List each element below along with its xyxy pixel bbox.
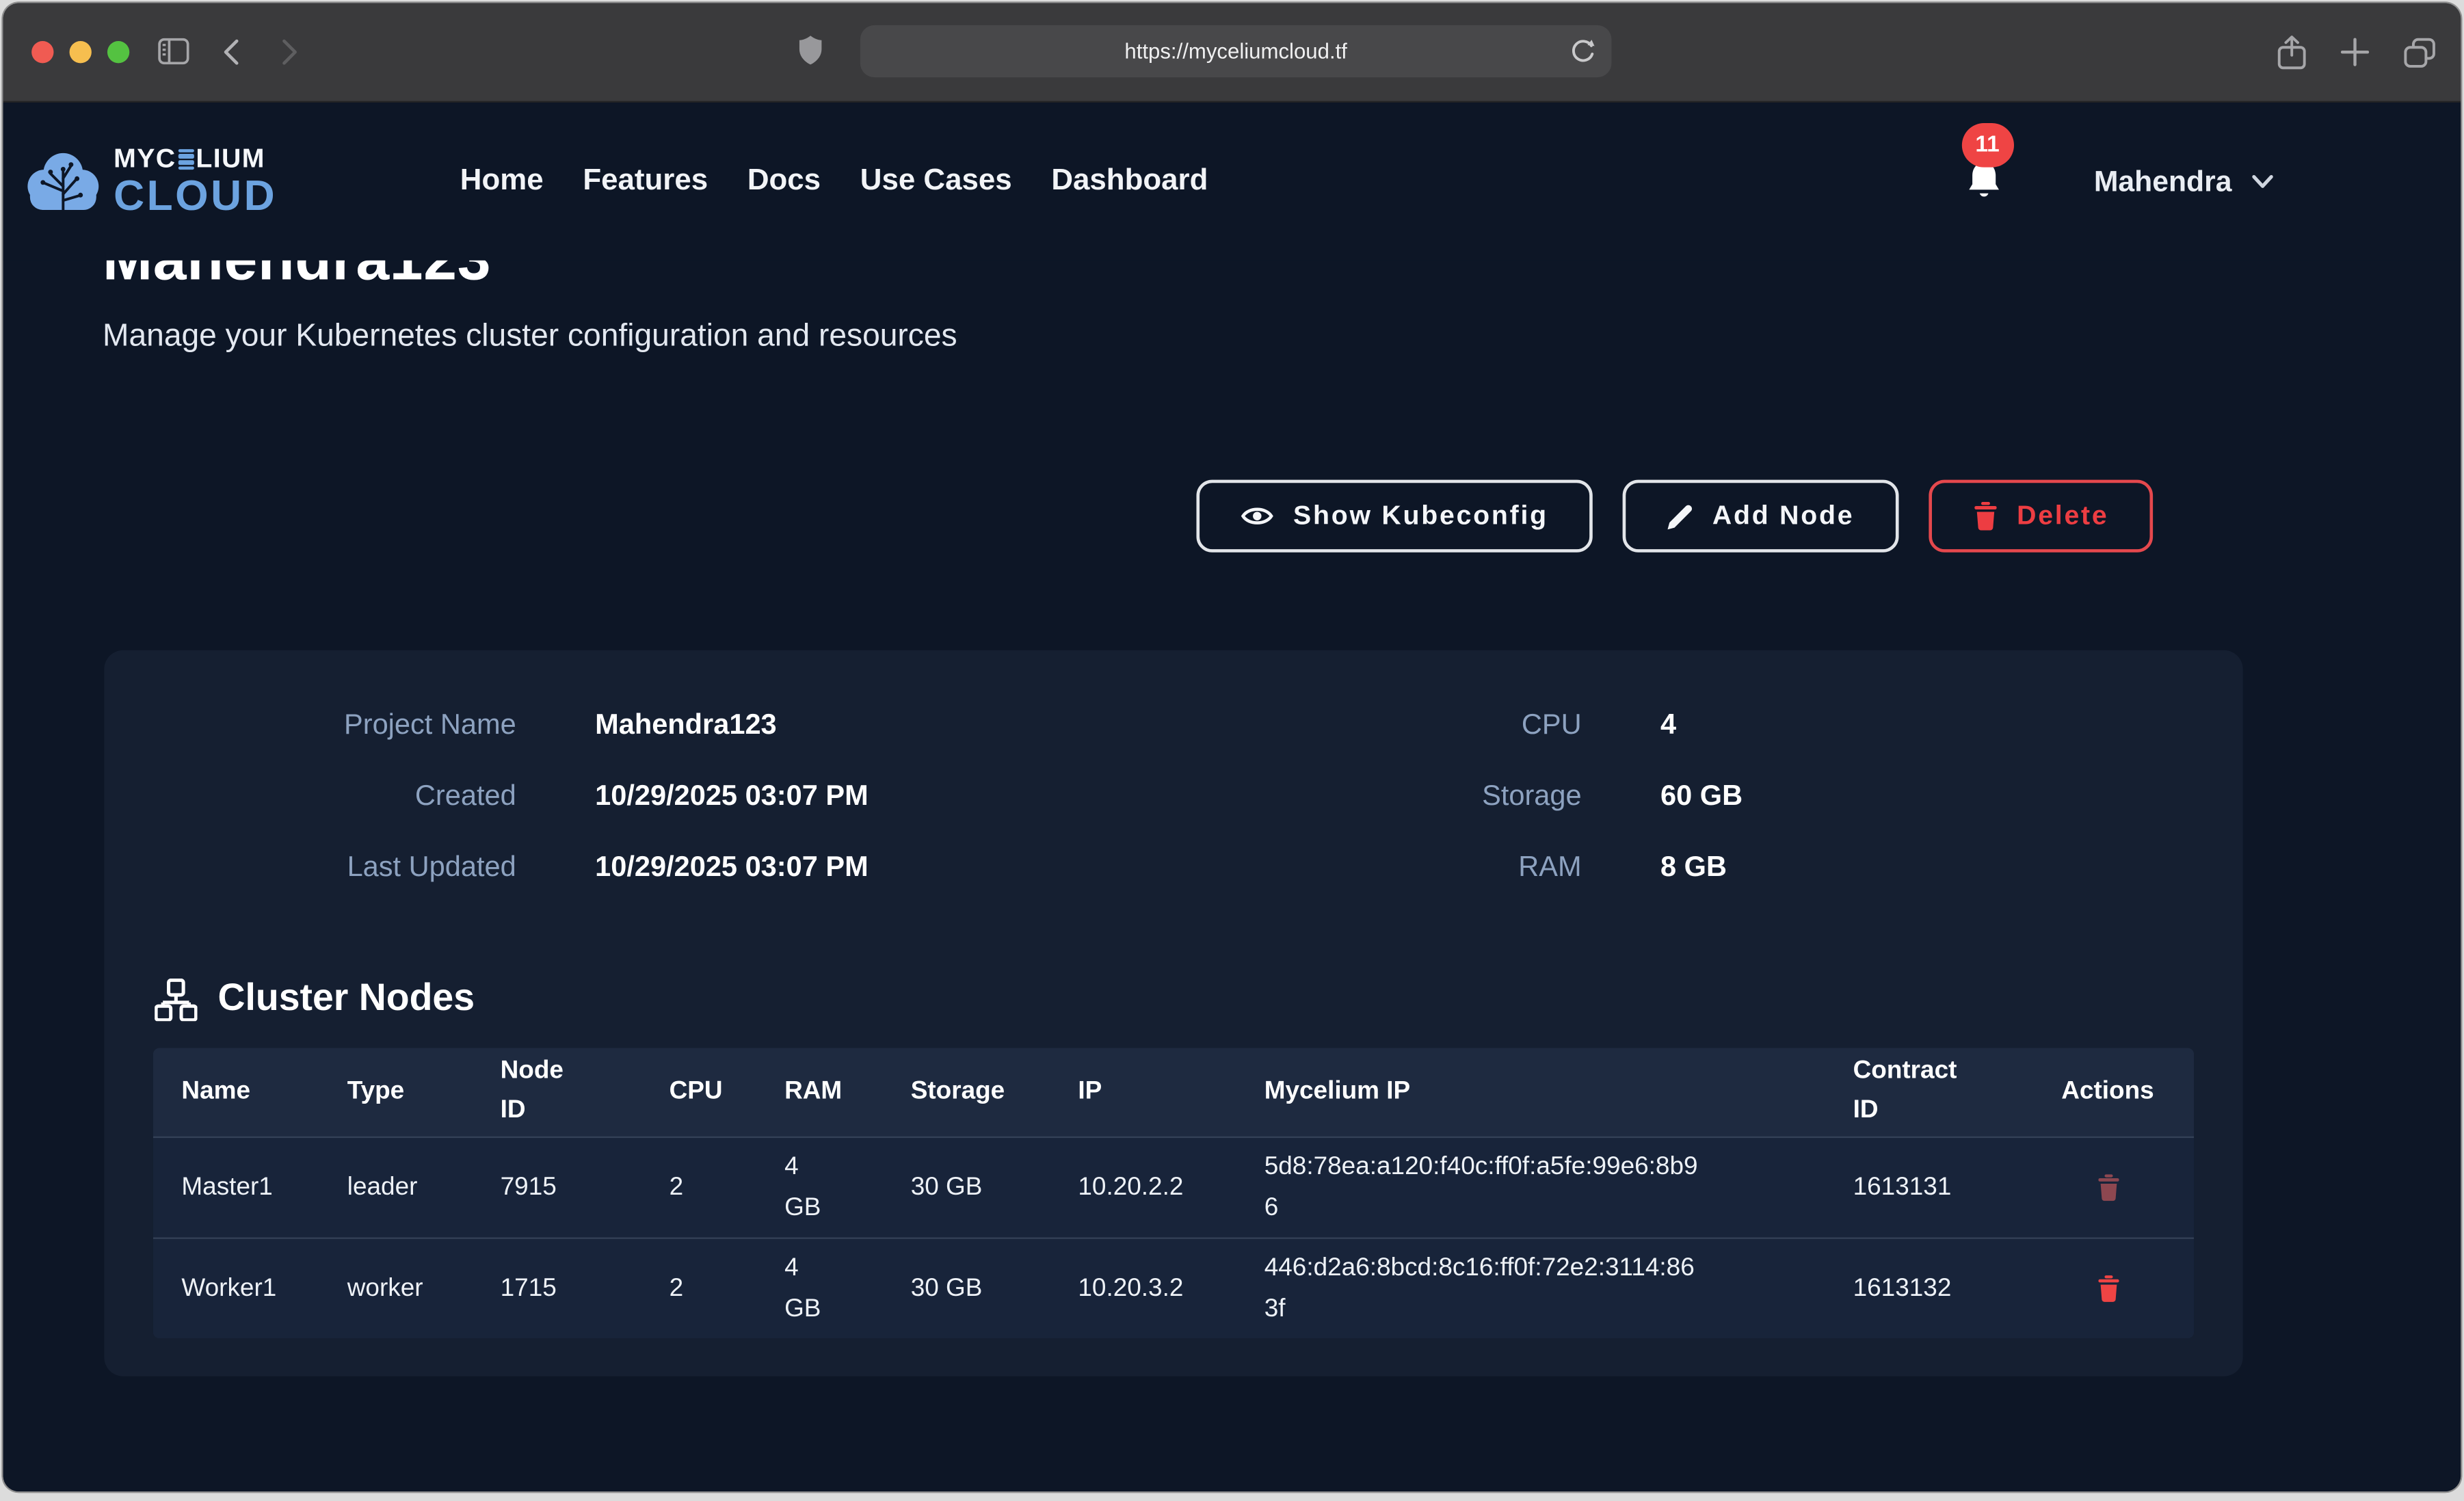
nav-link-docs[interactable]: Docs <box>747 164 821 199</box>
cell-ip: 10.20.3.2 <box>1050 1239 1236 1338</box>
show-kubeconfig-button[interactable]: Show Kubeconfig <box>1197 480 1592 553</box>
site-navbar: MYCLIUM CLOUD Home Features Docs Use Cas… <box>3 103 2461 261</box>
zoom-window-button[interactable] <box>107 41 129 63</box>
brand-line-cloud: CLOUD <box>114 175 277 217</box>
cell-contract-id: 1613132 <box>1825 1239 2033 1338</box>
nodes-table: Name Type Node ID CPU RAM Storage IP Myc… <box>153 1048 2194 1339</box>
minimize-window-button[interactable] <box>70 41 92 63</box>
cpu-label: CPU <box>1108 690 1581 761</box>
cell-contract-id: 1613131 <box>1825 1138 2033 1237</box>
cell-mycelium-ip: 446:d2a6:8bcd:8c16:ff0f:72e2:3114:86 3f <box>1236 1239 1825 1338</box>
ram-value: 8 GB <box>1582 832 2243 903</box>
cell-storage: 30 GB <box>882 1138 1050 1237</box>
nav-link-dashboard[interactable]: Dashboard <box>1051 164 1208 199</box>
col-type: Type <box>319 1048 472 1137</box>
notifications-button[interactable]: 11 <box>1961 158 2006 205</box>
last-updated-value: 10/29/2025 03:07 PM <box>516 832 1109 903</box>
stylized-e-icon <box>178 148 194 170</box>
pencil-icon <box>1667 503 1693 529</box>
col-node-id: Node ID <box>472 1048 641 1137</box>
window-controls <box>31 41 129 63</box>
browser-toolbar: https://myceliumcloud.tf <box>3 3 2461 103</box>
cell-storage: 30 GB <box>882 1239 1050 1338</box>
nav-link-home[interactable]: Home <box>460 164 544 199</box>
add-node-button[interactable]: Add Node <box>1622 480 1898 553</box>
cluster-nodes-icon <box>155 978 197 1020</box>
page: MYCLIUM CLOUD Home Features Docs Use Cas… <box>3 103 2461 1491</box>
cpu-value: 4 <box>1582 690 2243 761</box>
sidebar-toggle-icon[interactable] <box>158 38 189 64</box>
page-subtitle: Manage your Kubernetes cluster configura… <box>103 319 2361 355</box>
reload-icon[interactable] <box>1570 38 1595 64</box>
browser-window: https://myceliumcloud.tf <box>3 3 2461 1491</box>
shield-icon <box>799 35 823 66</box>
trash-icon <box>1972 502 1998 531</box>
last-updated-label: Last Updated <box>142 832 516 903</box>
cluster-nodes-title: Cluster Nodes <box>218 977 475 1022</box>
col-name: Name <box>153 1048 319 1137</box>
col-mycelium-ip: Mycelium IP <box>1236 1048 1825 1137</box>
cell-cpu: 2 <box>641 1239 756 1338</box>
col-contract-id: Contract ID <box>1825 1048 2033 1137</box>
chevron-down-icon <box>2251 174 2275 189</box>
address-bar[interactable]: https://myceliumcloud.tf <box>860 25 1612 77</box>
project-card: Project Name Mahendra123 CPU 4 Created 1… <box>104 650 2242 1377</box>
cell-node-id: 7915 <box>472 1138 641 1237</box>
delete-node-button[interactable] <box>2097 1251 2119 1325</box>
cell-ram: 4 GB <box>756 1138 883 1237</box>
cell-ip: 10.20.2.2 <box>1050 1138 1236 1237</box>
delete-cluster-button[interactable]: Delete <box>1929 480 2153 553</box>
main-content: Mahendra123 Manage your Kubernetes clust… <box>3 226 2461 1377</box>
trash-icon <box>2097 1151 2119 1225</box>
col-actions: Actions <box>2033 1048 2194 1137</box>
cell-type: worker <box>319 1239 472 1338</box>
delete-node-button[interactable] <box>2097 1151 2119 1225</box>
new-tab-icon[interactable] <box>2341 35 2370 70</box>
cluster-nodes-header: Cluster Nodes <box>155 977 2242 1022</box>
back-icon[interactable] <box>221 38 240 66</box>
storage-value: 60 GB <box>1582 760 2243 832</box>
close-window-button[interactable] <box>31 41 53 63</box>
mycelium-cloud-logo-icon <box>24 148 103 215</box>
eye-icon <box>1241 503 1274 529</box>
col-cpu: CPU <box>641 1048 756 1137</box>
nav-link-features[interactable]: Features <box>583 164 708 199</box>
user-name: Mahendra <box>2094 164 2232 199</box>
col-ip: IP <box>1050 1048 1236 1137</box>
brand-line-mycelium: MYCLIUM <box>114 145 277 172</box>
cell-cpu: 2 <box>641 1138 756 1237</box>
project-name-value: Mahendra123 <box>516 690 1109 761</box>
cell-ram: 4 GB <box>756 1239 883 1338</box>
nav-link-use-cases[interactable]: Use Cases <box>860 164 1012 199</box>
project-info: Project Name Mahendra123 CPU 4 Created 1… <box>142 690 2243 903</box>
share-icon[interactable] <box>2277 35 2306 70</box>
cell-type: leader <box>319 1138 472 1237</box>
cell-name: Master1 <box>153 1138 319 1237</box>
user-menu[interactable]: Mahendra <box>2094 164 2275 199</box>
trash-icon <box>2097 1251 2119 1325</box>
col-ram: RAM <box>756 1048 883 1137</box>
tab-overview-icon[interactable] <box>2404 35 2435 70</box>
cell-node-id: 1715 <box>472 1239 641 1338</box>
nav-links: Home Features Docs Use Cases Dashboard <box>460 164 1208 199</box>
brand[interactable]: MYCLIUM CLOUD <box>24 145 277 217</box>
brand-text: MYCLIUM CLOUD <box>114 145 277 217</box>
cell-name: Worker1 <box>153 1239 319 1338</box>
col-storage: Storage <box>882 1048 1050 1137</box>
cell-mycelium-ip: 5d8:78ea:a120:f40c:ff0f:a5fe:99e6:8b9 6 <box>1236 1138 1825 1237</box>
ram-label: RAM <box>1108 832 1581 903</box>
nodes-table-header: Name Type Node ID CPU RAM Storage IP Myc… <box>153 1048 2194 1137</box>
forward-icon[interactable] <box>281 38 300 66</box>
project-name-label: Project Name <box>142 690 516 761</box>
storage-label: Storage <box>1108 760 1581 832</box>
table-row: Worker1 worker 1715 2 4 GB 30 GB 10.20.3… <box>153 1237 2194 1338</box>
created-value: 10/29/2025 03:07 PM <box>516 760 1109 832</box>
address-bar-url: https://myceliumcloud.tf <box>1124 40 1347 64</box>
cluster-actions: Show Kubeconfig Add Node Delete <box>103 480 2153 553</box>
notification-badge: 11 <box>1961 123 2013 168</box>
table-row: Master1 leader 7915 2 4 GB 30 GB 10.20.2… <box>153 1137 2194 1238</box>
created-label: Created <box>142 760 516 832</box>
